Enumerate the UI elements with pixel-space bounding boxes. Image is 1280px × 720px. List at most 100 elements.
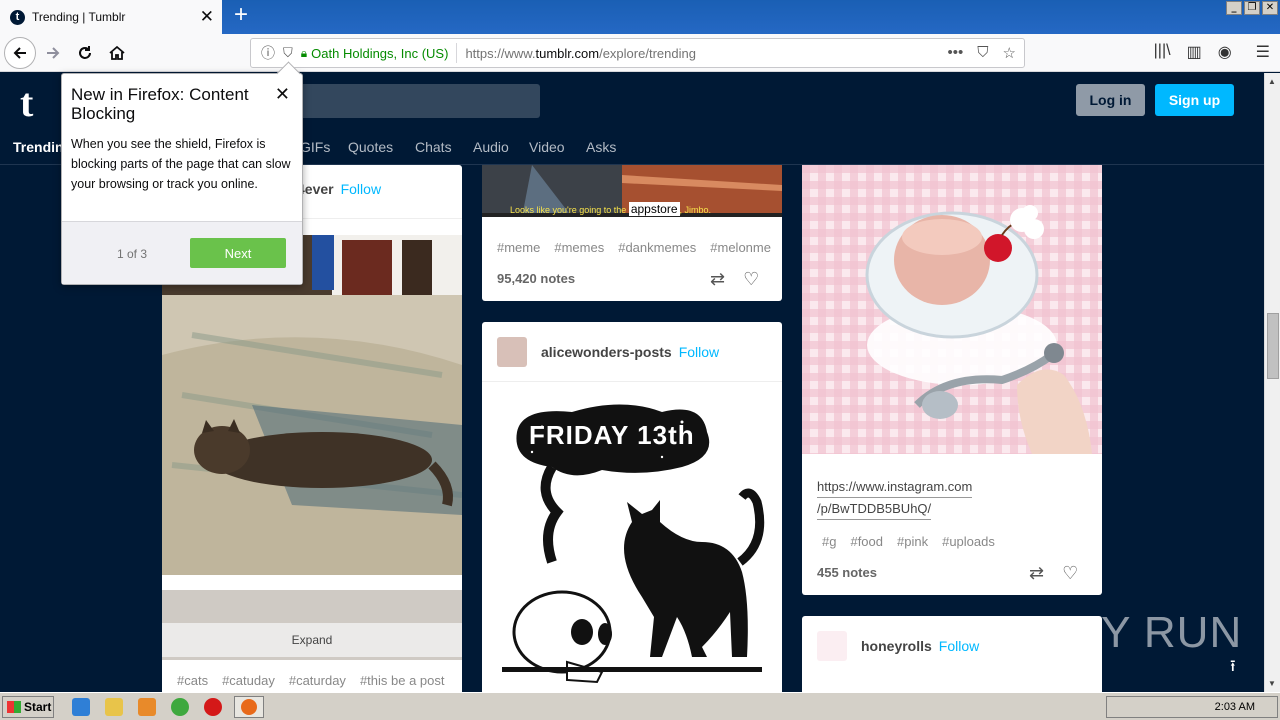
tag[interactable]: #memes bbox=[554, 240, 604, 255]
reblog-icon[interactable]: ⇄ bbox=[710, 269, 725, 290]
chrome-icon[interactable] bbox=[171, 698, 189, 716]
post-header: alicewonders-posts Follow bbox=[497, 337, 719, 367]
tag[interactable]: #food bbox=[850, 534, 883, 549]
popup-step: 1 of 3 bbox=[117, 247, 148, 261]
post-actions: ⇄ ♡ bbox=[1029, 563, 1078, 584]
heart-icon[interactable]: ♡ bbox=[743, 269, 759, 290]
post-username[interactable]: alicewonders-posts bbox=[541, 344, 672, 360]
tumblr-favicon-icon: t bbox=[10, 9, 25, 25]
firefox-taskbar-button[interactable] bbox=[234, 696, 264, 718]
explore-tab-audio[interactable]: Audio bbox=[473, 139, 509, 155]
post-header: 4ever Follow bbox=[297, 181, 381, 197]
ie-icon[interactable] bbox=[72, 698, 90, 716]
follow-button[interactable]: Follow bbox=[939, 638, 979, 654]
system-tray: 2:03 AM bbox=[1106, 696, 1278, 718]
lock-icon[interactable]: 🔒︎ bbox=[301, 46, 307, 61]
sidebar-icon[interactable]: ▥ bbox=[1187, 42, 1202, 62]
notes-count[interactable]: 455 notes bbox=[817, 565, 877, 580]
post-tags: #cats #catuday #caturday #this be a post bbox=[177, 673, 452, 688]
tab-trending-tumblr[interactable]: t Trending | Tumblr ✕ bbox=[0, 0, 222, 34]
dessert-photo[interactable] bbox=[802, 165, 1102, 454]
scroll-up-icon[interactable]: ▲ bbox=[1268, 77, 1276, 86]
back-button[interactable] bbox=[4, 37, 36, 69]
heart-icon[interactable]: ♡ bbox=[1062, 563, 1078, 584]
home-button[interactable] bbox=[102, 38, 132, 68]
follow-button[interactable]: Follow bbox=[341, 181, 381, 197]
url-bar[interactable]: ⓘ ⛉ 🔒︎ Oath Holdings, Inc (US) https://w… bbox=[250, 38, 1025, 68]
tumblr-logo[interactable]: t bbox=[20, 83, 33, 123]
login-button[interactable]: Log in bbox=[1076, 84, 1145, 116]
explorer-icon[interactable] bbox=[105, 698, 123, 716]
tag[interactable]: #catuday bbox=[222, 673, 275, 688]
tag[interactable]: #dankmemes bbox=[618, 240, 696, 255]
forward-arrow-icon bbox=[47, 47, 60, 59]
tag[interactable]: #meme bbox=[497, 240, 540, 255]
close-tab-icon[interactable]: ✕ bbox=[200, 8, 214, 25]
forward-button[interactable] bbox=[38, 38, 68, 68]
windows-taskbar: Start 2:03 AM bbox=[0, 692, 1280, 720]
explore-tab-chats[interactable]: Chats bbox=[415, 139, 452, 155]
bookmark-star-icon[interactable]: ☆ bbox=[1003, 44, 1016, 62]
minimize-button[interactable]: _ bbox=[1226, 1, 1242, 15]
windows-flag-icon bbox=[7, 701, 21, 713]
tag[interactable]: #this be a post bbox=[360, 673, 445, 688]
start-button[interactable]: Start bbox=[2, 696, 54, 718]
navigation-toolbar: ⓘ ⛉ 🔒︎ Oath Holdings, Inc (US) https://w… bbox=[0, 34, 1280, 72]
tag[interactable]: #pink bbox=[897, 534, 928, 549]
tag[interactable]: #g bbox=[822, 534, 836, 549]
avatar[interactable] bbox=[817, 631, 847, 661]
media-player-icon[interactable] bbox=[138, 698, 156, 716]
signup-button[interactable]: Sign up bbox=[1155, 84, 1234, 116]
home-icon bbox=[109, 45, 125, 60]
new-tab-button[interactable]: + bbox=[230, 3, 252, 28]
instagram-link[interactable]: https://www.instagram.com /p/BwTDDB5BUhQ… bbox=[817, 476, 973, 520]
tag[interactable]: #caturday bbox=[289, 673, 346, 688]
info-icon[interactable]: ⓘ bbox=[261, 43, 275, 63]
search-input[interactable] bbox=[290, 84, 540, 118]
page-actions-icon[interactable]: ••• bbox=[948, 44, 964, 62]
page-scrollbar[interactable]: ▲ ▼ bbox=[1264, 73, 1280, 692]
tag[interactable]: #melonme bbox=[710, 240, 771, 255]
post-meme: Looks like you're going to the appstore,… bbox=[482, 165, 782, 301]
explore-tab-gifs[interactable]: GIFs bbox=[300, 139, 330, 155]
popup-body: When you see the shield, Firefox is bloc… bbox=[71, 137, 291, 191]
tag[interactable]: #cats bbox=[177, 673, 208, 688]
scroll-to-top-icon[interactable]: ⭱ bbox=[1230, 655, 1236, 682]
scroll-down-icon[interactable]: ▼ bbox=[1268, 679, 1276, 688]
reload-button[interactable] bbox=[70, 38, 100, 68]
close-window-button[interactable]: ✕ bbox=[1262, 1, 1278, 15]
pocket-icon[interactable]: ⛉ bbox=[977, 44, 988, 62]
follow-button[interactable]: Follow bbox=[679, 344, 719, 360]
popup-title: New in Firefox: Content Blocking bbox=[71, 85, 249, 123]
shield-icon[interactable]: ⛉ bbox=[283, 45, 293, 61]
opera-icon[interactable] bbox=[204, 698, 222, 716]
menu-icon[interactable]: ☰ bbox=[1256, 42, 1270, 62]
notes-count[interactable]: 95,420 notes bbox=[497, 271, 575, 286]
restore-button[interactable]: ❐ bbox=[1244, 1, 1260, 15]
start-label: Start bbox=[24, 700, 52, 714]
site-identity-label[interactable]: Oath Holdings, Inc (US) bbox=[311, 46, 448, 61]
url-text[interactable]: https://www.tumblr.com/explore/trending bbox=[465, 46, 696, 61]
tab-title: Trending | Tumblr bbox=[32, 10, 126, 24]
popup-next-button[interactable]: Next bbox=[190, 238, 286, 268]
explore-tab-asks[interactable]: Asks bbox=[586, 139, 616, 155]
toolbar-right: |||\ ▥ ◉ ☰ bbox=[1154, 42, 1270, 62]
clock[interactable]: 2:03 AM bbox=[1215, 701, 1255, 713]
post-alicewonders: alicewonders-posts Follow FRIDAY 13th bbox=[482, 322, 782, 692]
scrollbar-thumb[interactable] bbox=[1267, 313, 1279, 379]
cat-photo[interactable] bbox=[162, 235, 462, 575]
reblog-icon[interactable]: ⇄ bbox=[1029, 563, 1044, 584]
explore-tab-quotes[interactable]: Quotes bbox=[348, 139, 393, 155]
meme-caption: Looks like you're going to the appstore,… bbox=[510, 202, 712, 216]
divider bbox=[482, 381, 782, 382]
explore-tab-video[interactable]: Video bbox=[529, 139, 565, 155]
tag[interactable]: #uploads bbox=[942, 534, 995, 549]
library-icon[interactable]: |||\ bbox=[1154, 42, 1171, 62]
post-dessert: https://www.instagram.com /p/BwTDDB5BUhQ… bbox=[802, 165, 1102, 595]
account-icon[interactable]: ◉ bbox=[1218, 42, 1232, 62]
expand-button[interactable]: Expand bbox=[162, 623, 462, 657]
firefox-icon bbox=[241, 699, 257, 715]
popup-close-icon[interactable]: ✕ bbox=[275, 84, 290, 105]
post-username[interactable]: honeyrolls bbox=[861, 638, 932, 654]
avatar[interactable] bbox=[497, 337, 527, 367]
